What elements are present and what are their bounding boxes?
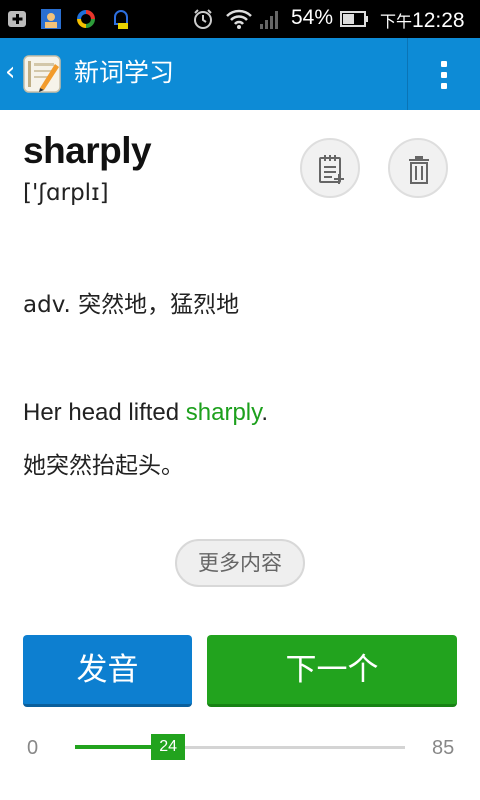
headword: sharply <box>23 130 152 171</box>
example-sentence-zh: 她突然抬起头。 <box>23 453 184 479</box>
battery-icon <box>340 11 368 27</box>
notification-app-icon <box>114 10 128 29</box>
status-bar: 54% 下午12:28 <box>0 0 480 38</box>
add-to-notebook-button[interactable] <box>300 138 360 198</box>
delete-word-button[interactable] <box>388 138 448 198</box>
phonetic-transcription: ['ʃɑrplɪ] <box>23 180 109 206</box>
back-chevron-icon[interactable]: ‹ <box>5 58 15 86</box>
progress-min-label: 0 <box>27 737 39 759</box>
clock: 下午12:28 <box>380 9 465 32</box>
next-word-button[interactable]: 下一个 <box>207 635 457 707</box>
alarm-icon <box>194 9 212 29</box>
add-note-icon <box>319 155 344 184</box>
page-title: 新词学习 <box>74 58 175 87</box>
example-highlight: sharply <box>185 399 262 426</box>
signal-icon <box>260 11 278 29</box>
battery-percent: 54% <box>291 6 334 29</box>
progress-thumb[interactable]: 24 <box>151 734 186 760</box>
word-notebook-icon[interactable] <box>22 54 62 94</box>
progress-max-label: 85 <box>432 737 455 759</box>
more-content-button[interactable]: 更多内容 <box>175 539 305 587</box>
overflow-menu-icon[interactable] <box>408 38 480 110</box>
pronounce-button[interactable]: 发音 <box>23 635 192 707</box>
contacts-icon <box>41 9 61 29</box>
app-bar: ‹ 新词学习 <box>0 38 480 110</box>
sync-icon <box>77 10 95 28</box>
definition: adv. 突然地，猛烈地 <box>23 292 240 318</box>
example-sentence-en: Her head lifted sharply. <box>23 399 269 426</box>
wifi-icon <box>226 9 252 29</box>
add-box-icon <box>8 11 26 27</box>
trash-icon <box>409 156 429 184</box>
